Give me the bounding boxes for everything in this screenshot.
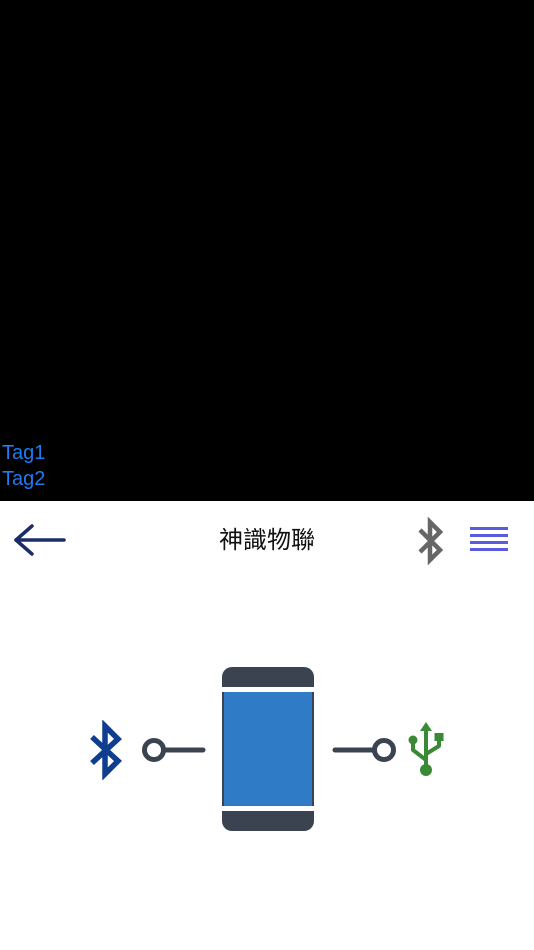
bluetooth-icon bbox=[90, 720, 122, 780]
smartphone-icon bbox=[222, 667, 314, 831]
tag-item-2[interactable]: Tag2 bbox=[2, 466, 45, 492]
connector-left-icon bbox=[142, 738, 206, 762]
connector-right-icon bbox=[332, 738, 396, 762]
hamburger-menu-icon bbox=[470, 527, 508, 551]
app-screen: Tag1 Tag2 神識物聯 bbox=[0, 0, 534, 950]
usb-icon bbox=[408, 722, 444, 776]
menu-button[interactable] bbox=[466, 521, 512, 559]
bluetooth-button[interactable] bbox=[410, 515, 452, 567]
camera-preview: Tag1 Tag2 bbox=[0, 0, 534, 501]
tag-list: Tag1 Tag2 bbox=[2, 440, 45, 492]
bluetooth-icon bbox=[418, 516, 444, 566]
tag-item-1[interactable]: Tag1 bbox=[2, 440, 45, 466]
page-title: 神識物聯 bbox=[219, 526, 315, 554]
navigation-bar: 神識物聯 bbox=[0, 501, 534, 579]
connection-diagram bbox=[0, 640, 534, 840]
